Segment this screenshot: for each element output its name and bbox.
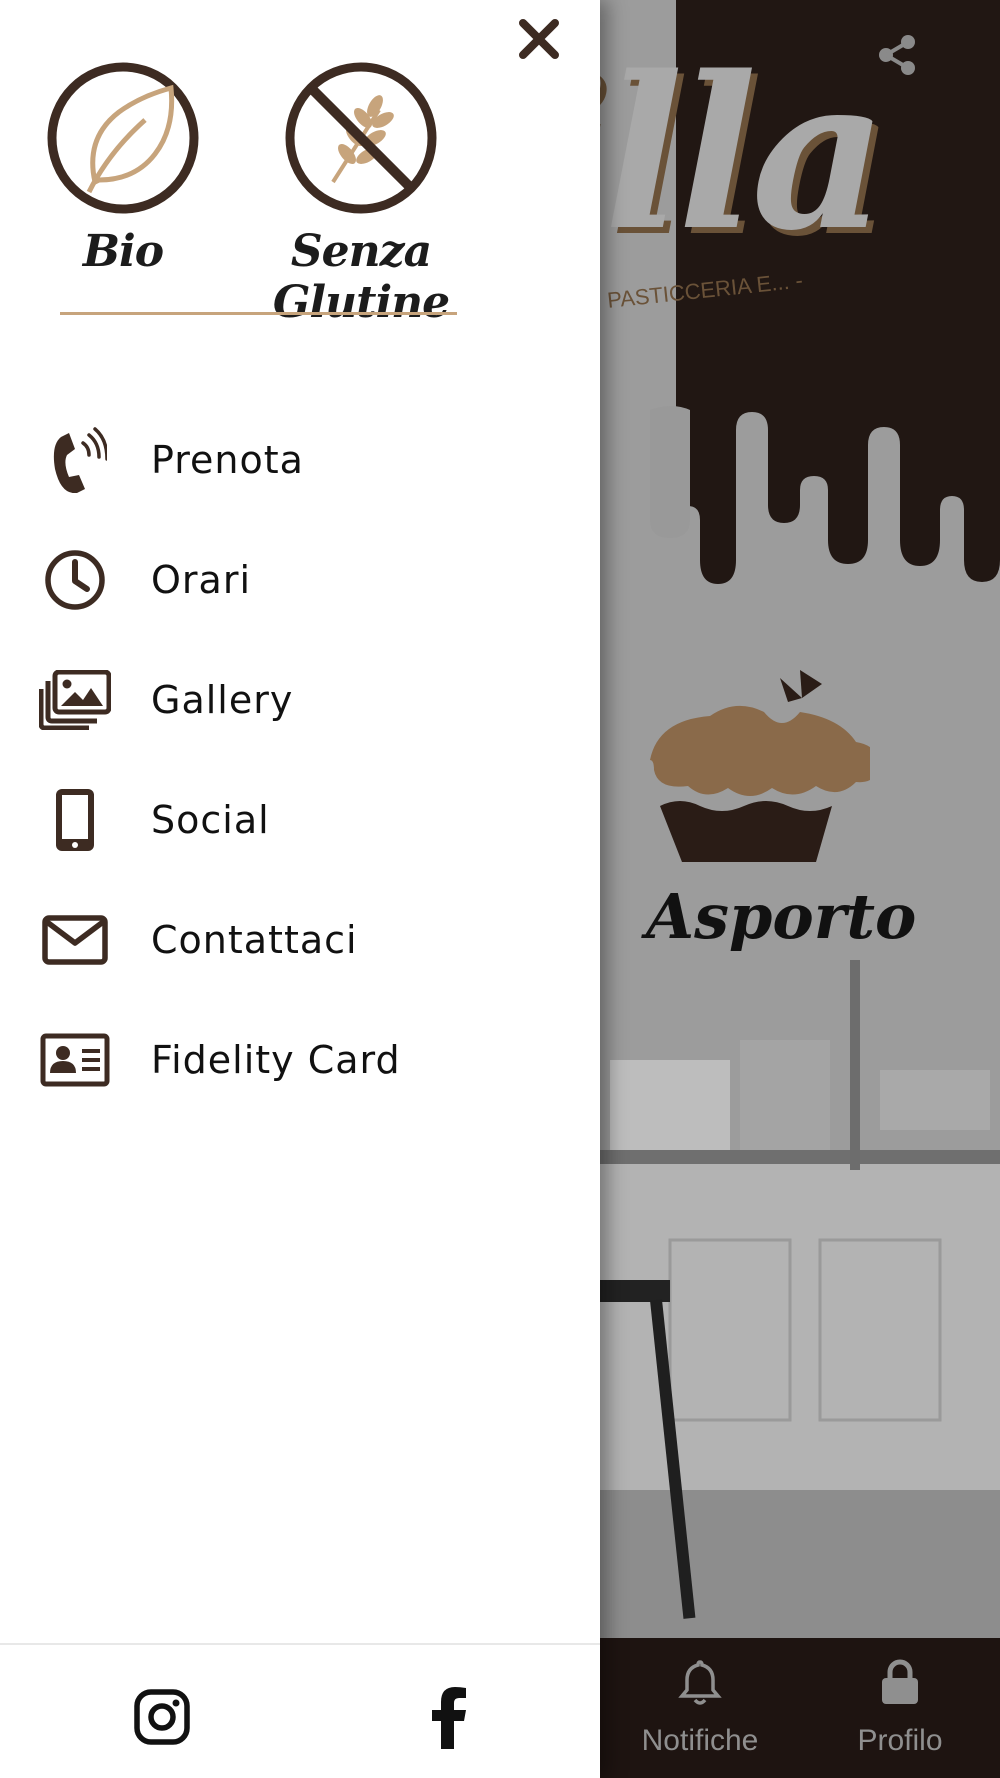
bottom-tab-bar: Notifiche Profilo (600, 1638, 1000, 1778)
badge-bio: Bio (40, 60, 206, 277)
badge-label: Bio (82, 226, 164, 277)
smartphone-icon (56, 789, 94, 851)
tab-notifiche[interactable]: Notifiche (600, 1638, 800, 1778)
menu-item-label: Prenota (151, 438, 304, 482)
phone-ringing-icon (53, 427, 107, 493)
tab-label: Profilo (857, 1724, 943, 1757)
menu-item-orari[interactable]: Orari (0, 520, 600, 640)
badge-gluten-free: Senza Glutine (236, 60, 486, 328)
id-card-icon (40, 1033, 110, 1087)
bell-icon (678, 1660, 722, 1705)
clock-icon (45, 550, 105, 610)
menu-item-gallery[interactable]: Gallery (0, 640, 600, 760)
menu-item-label: Contattaci (151, 918, 358, 962)
menu-item-label: Orari (151, 558, 251, 602)
divider (60, 312, 457, 315)
menu-item-social[interactable]: Social (0, 760, 600, 880)
app-header: illa PASTICCERIA E... - (600, 0, 1000, 620)
app-background: illa PASTICCERIA E... - Asporto Notifich… (600, 0, 1000, 1778)
menu-item-label: Fidelity Card (151, 1038, 401, 1082)
drawer-menu: Prenota Orari Gallery Social Contattaci … (0, 400, 600, 1120)
menu-item-label: Social (151, 798, 270, 842)
menu-item-prenota[interactable]: Prenota (0, 400, 600, 520)
lock-icon (882, 1659, 918, 1704)
facebook-icon[interactable] (420, 1685, 480, 1749)
menu-item-fidelity-card[interactable]: Fidelity Card (0, 1000, 600, 1120)
brand-logo: illa (600, 30, 887, 277)
asporto-label[interactable]: Asporto (646, 880, 916, 953)
side-drawer: Bio Senza Glutine Prenota Orari Gallery … (0, 0, 600, 1778)
tab-label: Notifiche (641, 1724, 759, 1757)
no-wheat-icon (285, 62, 437, 214)
instagram-icon[interactable] (132, 1685, 192, 1749)
share-icon[interactable] (872, 30, 922, 80)
drawer-footer (0, 1643, 600, 1778)
pie-icon[interactable] (630, 670, 870, 870)
images-icon (39, 670, 111, 730)
close-icon[interactable] (514, 14, 564, 64)
menu-item-label: Gallery (151, 678, 294, 722)
leaf-icon (47, 62, 199, 214)
menu-item-contattaci[interactable]: Contattaci (0, 880, 600, 1000)
envelope-icon (42, 915, 108, 965)
tab-profilo[interactable]: Profilo (800, 1638, 1000, 1778)
